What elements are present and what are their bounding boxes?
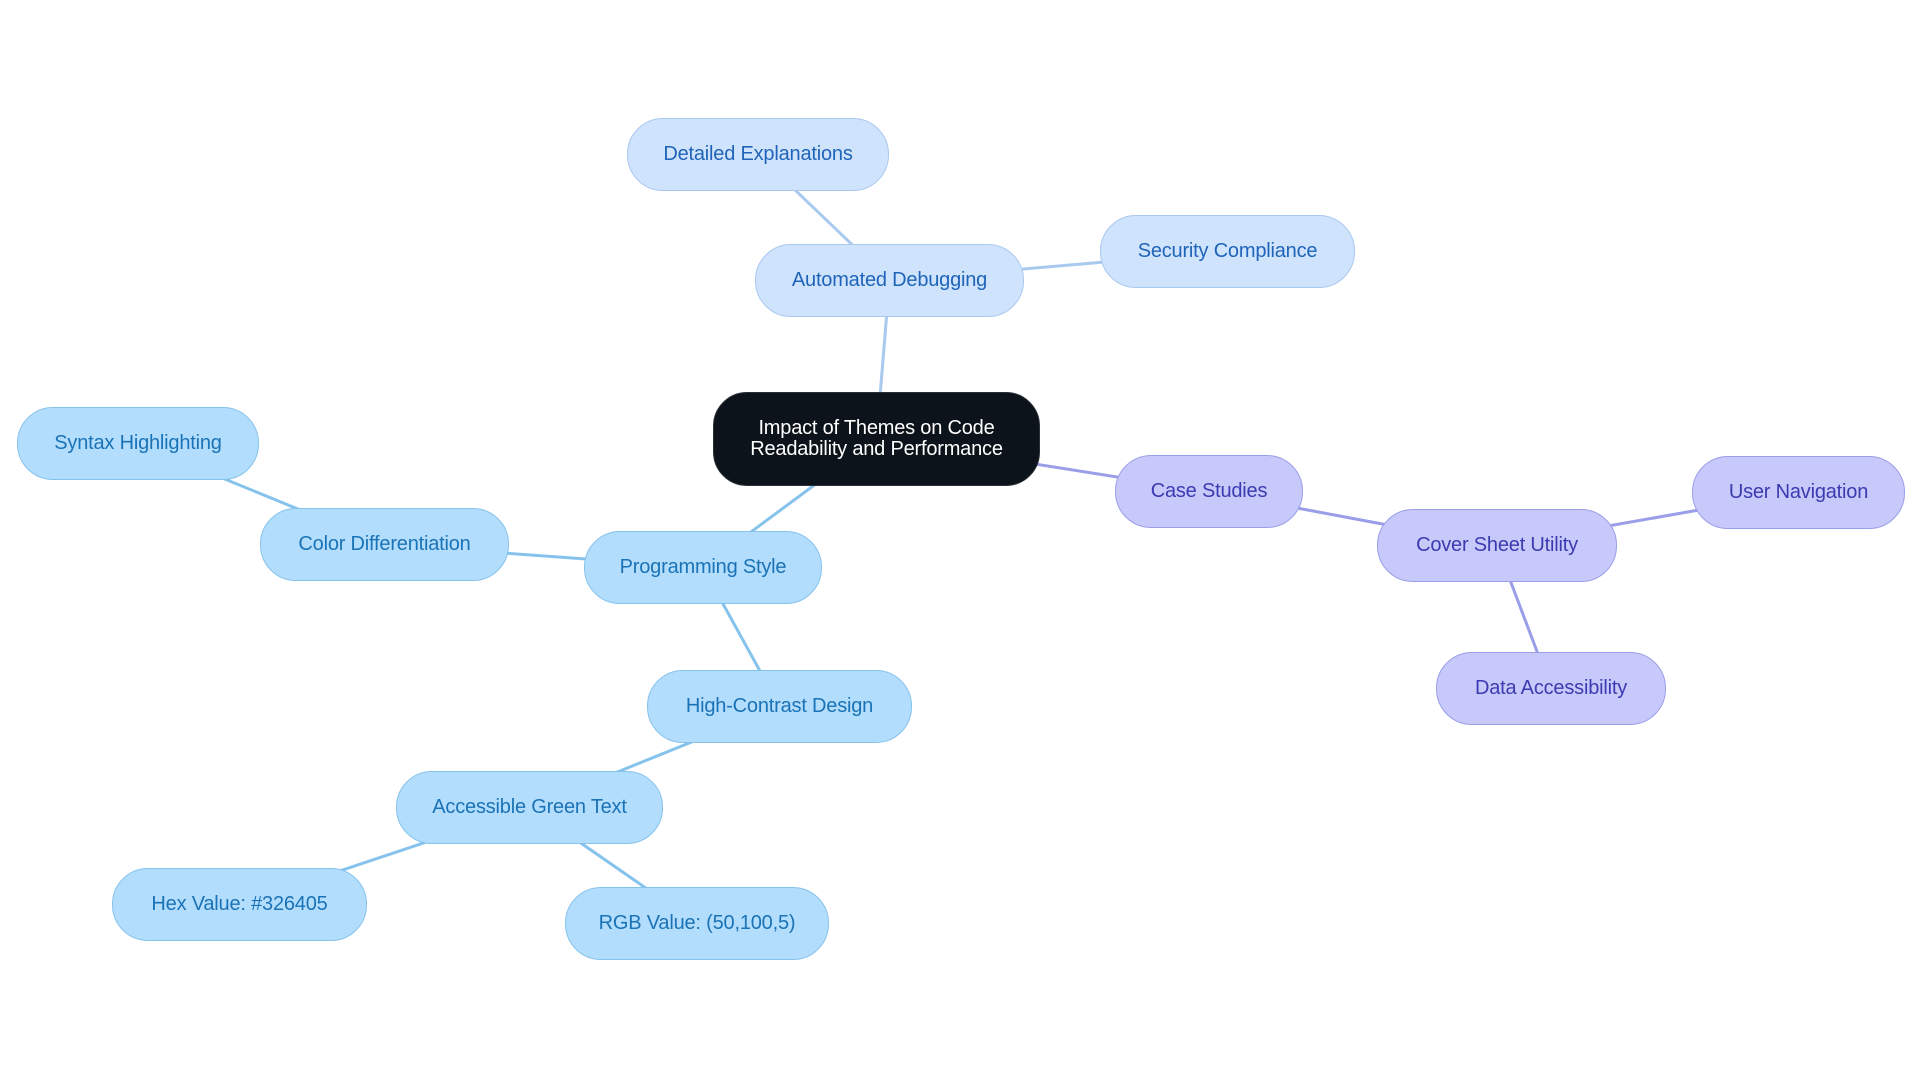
node-label: Syntax Highlighting bbox=[54, 432, 222, 454]
node-high-contrast-design[interactable]: High-Contrast Design bbox=[647, 670, 912, 743]
node-label: Data Accessibility bbox=[1474, 677, 1627, 699]
root-node-label-line2: Readability and Performance bbox=[750, 438, 1003, 460]
node-programming-style[interactable]: Programming Style bbox=[584, 531, 822, 604]
node-label: Programming Style bbox=[619, 556, 787, 578]
root-node[interactable]: Impact of Themes on Code Readability and… bbox=[713, 392, 1040, 486]
mindmap-canvas: Impact of Themes on Code Readability and… bbox=[0, 0, 1920, 1083]
node-detailed-explanations[interactable]: Detailed Explanations bbox=[627, 118, 889, 191]
node-label: Security Compliance bbox=[1137, 240, 1318, 262]
node-case-studies[interactable]: Case Studies bbox=[1115, 455, 1303, 528]
root-node-label-line1: Impact of Themes on Code bbox=[758, 417, 995, 439]
node-label: User Navigation bbox=[1728, 481, 1869, 503]
node-label: Hex Value: #326405 bbox=[151, 893, 328, 915]
node-security-compliance[interactable]: Security Compliance bbox=[1100, 215, 1355, 288]
node-cover-sheet-utility[interactable]: Cover Sheet Utility bbox=[1377, 509, 1617, 582]
root-node-label: Impact of Themes on Code Readability and… bbox=[750, 418, 1003, 460]
node-hex-value[interactable]: Hex Value: #326405 bbox=[112, 868, 367, 941]
node-color-differentiation[interactable]: Color Differentiation bbox=[260, 508, 509, 581]
node-user-navigation[interactable]: User Navigation bbox=[1692, 456, 1905, 529]
node-label: Case Studies bbox=[1150, 480, 1268, 502]
node-automated-debugging[interactable]: Automated Debugging bbox=[755, 244, 1024, 317]
node-label: RGB Value: (50,100,5) bbox=[598, 912, 796, 934]
node-label: Cover Sheet Utility bbox=[1416, 534, 1578, 556]
node-label: High-Contrast Design bbox=[685, 695, 874, 717]
node-data-accessibility[interactable]: Data Accessibility bbox=[1436, 652, 1666, 725]
node-label: Automated Debugging bbox=[791, 269, 988, 291]
node-rgb-value[interactable]: RGB Value: (50,100,5) bbox=[565, 887, 829, 960]
node-label: Detailed Explanations bbox=[663, 143, 853, 165]
node-label: Accessible Green Text bbox=[432, 796, 627, 818]
node-accessible-green-text[interactable]: Accessible Green Text bbox=[396, 771, 663, 844]
node-label: Color Differentiation bbox=[298, 533, 471, 555]
node-syntax-highlighting[interactable]: Syntax Highlighting bbox=[17, 407, 259, 480]
